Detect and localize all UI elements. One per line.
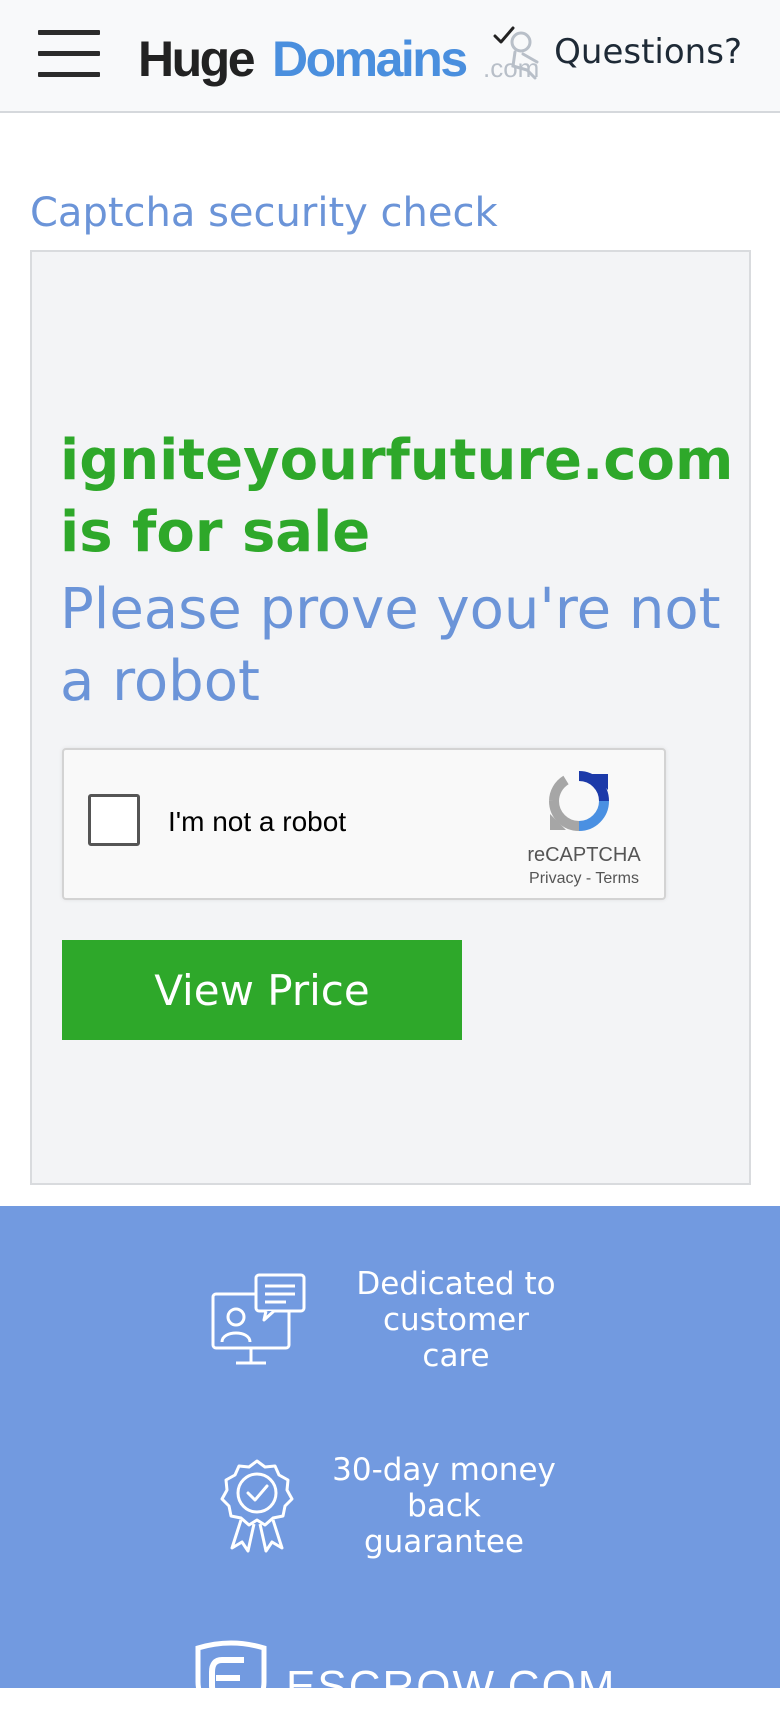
feature-money-back-line1: 30-day money [332,1452,556,1488]
recaptcha-links-separator: - [585,870,592,887]
escrow-text: ESCROW.COM [286,1662,617,1711]
escrow-logo: ESCROW.COM [192,1640,616,1720]
recaptcha-checkbox[interactable] [88,794,140,846]
recaptcha-terms-link[interactable]: Terms [595,870,639,887]
feature-money-back-line2: back guarantee [363,1488,524,1560]
award-badge-icon [220,1459,294,1553]
logo-text-huge: Huge [138,31,256,87]
view-price-button[interactable]: View Price [62,940,462,1040]
site-header: Huge Domains .com Questions? [0,0,780,113]
feature-money-back: 30-day money back guarantee [220,1452,564,1560]
page-title: Captcha security check [30,190,498,236]
logo-mark-icon [493,26,539,80]
recaptcha-logo-icon [549,771,609,831]
feature-customer-care-text: Dedicated to customer care [346,1266,566,1374]
customer-care-icon [211,1273,306,1365]
feature-customer-care: Dedicated to customer care [210,1266,566,1374]
recaptcha-privacy-link[interactable]: Privacy [529,870,581,887]
escrow-shield-icon [195,1640,267,1720]
recaptcha-links: Privacy - Terms [504,870,664,888]
recaptcha-brand: reCAPTCHA [527,844,641,866]
recaptcha-label: I'm not a robot [168,806,347,837]
menu-icon[interactable] [38,30,102,80]
logo-text-domains: Domains [272,31,468,87]
domain-for-sale-heading: igniteyourfuture.com is for sale [60,428,734,565]
trust-footer: Dedicated to customer care 30-day money … [0,1206,780,1688]
questions-link[interactable]: Questions? [554,32,742,72]
feature-money-back-text: 30-day money back guarantee [324,1452,564,1560]
hugedomains-logo[interactable]: Huge Domains .com [138,26,548,90]
recaptcha-widget: I'm not a robot reCAPTCHA Privacy - Term… [62,748,666,900]
prove-not-robot-heading: Please prove you're not a robot [60,577,721,714]
feature-customer-care-line2: customer care [383,1302,529,1374]
feature-customer-care-line1: Dedicated to [356,1266,556,1302]
